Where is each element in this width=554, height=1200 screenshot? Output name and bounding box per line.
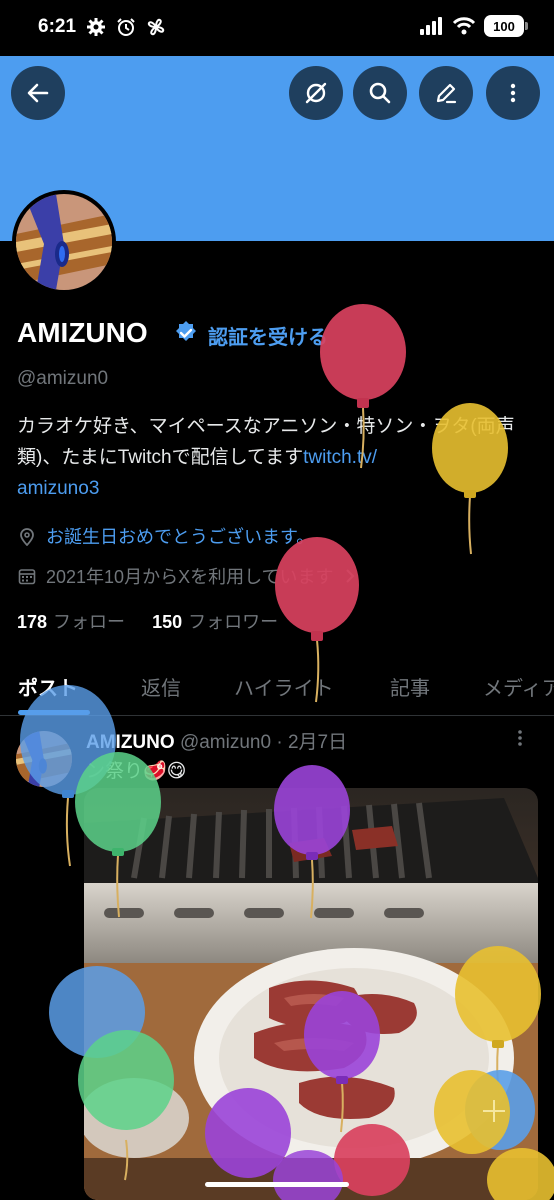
profile-tabs: ポスト 返信 ハイライト 記事 メディア [0,660,554,716]
post-text: ン祭り🥩😋 [86,761,187,782]
joined-text: 2021年10月からXを利用しています [46,567,334,587]
settings-gear-icon [87,18,105,36]
follow-stats: 178 フォロー 150 フォロワー [17,608,278,634]
more-options-button[interactable] [486,66,540,120]
grok-button[interactable] [289,66,343,120]
post-separator: · [276,732,283,753]
wifi-icon [452,17,476,35]
post-media-image[interactable] [84,788,538,1200]
following-link[interactable]: 178 フォロー [17,612,125,632]
post-header: AMIZUNO @amizun0 · 2月7日 [86,727,347,754]
bio-text: カラオケ好き、マイペースなアニソン・特ソン・ヲタ(両声類)、たまにTwitchで… [17,416,515,468]
verified-badge-icon [176,321,196,341]
tab-highlights[interactable]: ハイライト [234,672,334,701]
bio-link-part-2[interactable]: amizuno3 [17,478,99,499]
post-more-button[interactable] [516,728,524,748]
edit-icon [436,83,457,104]
fan-icon [147,18,165,36]
location-pin-icon [20,528,34,546]
back-button[interactable] [11,66,65,120]
back-arrow-icon [27,83,49,103]
more-vertical-icon [518,730,522,746]
followers-count: 150 [152,612,183,632]
edit-profile-button[interactable] [419,66,473,120]
following-label: フォロー [53,612,126,632]
followers-label: フォロワー [188,612,279,632]
post-date[interactable]: 2月7日 [288,732,347,753]
joined-row[interactable]: 2021年10月からXを利用しています [18,563,356,589]
battery-indicator: 100 [484,15,528,37]
active-tab-indicator [18,710,90,715]
post-author-avatar[interactable] [16,731,72,787]
avatar-image [16,194,112,290]
profile-avatar[interactable] [12,190,116,294]
yakiniku-photo [84,788,538,1200]
post-author-handle[interactable]: @amizun0 [180,732,271,753]
tab-replies[interactable]: 返信 [141,672,181,701]
tab-media[interactable]: メディア [483,672,554,701]
more-icon [510,83,516,103]
get-verified-link[interactable]: 認証を受ける [208,321,328,350]
following-count: 178 [17,612,48,632]
status-time: 6:21 [38,16,77,37]
profile-name: AMIZUNO [17,317,148,348]
home-indicator[interactable] [205,1182,349,1187]
search-icon [369,82,391,104]
status-bar: 6:21 100 [0,0,554,56]
profile-handle: @amizun0 [17,368,109,389]
alarm-clock-icon [117,18,135,36]
bio-link-part-1[interactable]: twitch.tv/ [303,447,377,468]
search-button[interactable] [353,66,407,120]
profile-bio: カラオケ好き、マイペースなアニソン・特ソン・ヲタ(両声類)、たまにTwitchで… [17,411,517,504]
post-author-name[interactable]: AMIZUNO [86,732,175,753]
followers-link[interactable]: 150 フォロワー [152,612,278,632]
chevron-right-icon [345,569,354,583]
tab-articles[interactable]: 記事 [390,672,430,701]
grok-icon [305,82,327,104]
calendar-icon [18,569,36,585]
signal-icon [420,17,442,35]
birthday-row: お誕生日おめでとうございます。 [18,523,314,549]
tab-posts[interactable]: ポスト [18,672,78,701]
birthday-text[interactable]: お誕生日おめでとうございます。 [46,523,314,549]
